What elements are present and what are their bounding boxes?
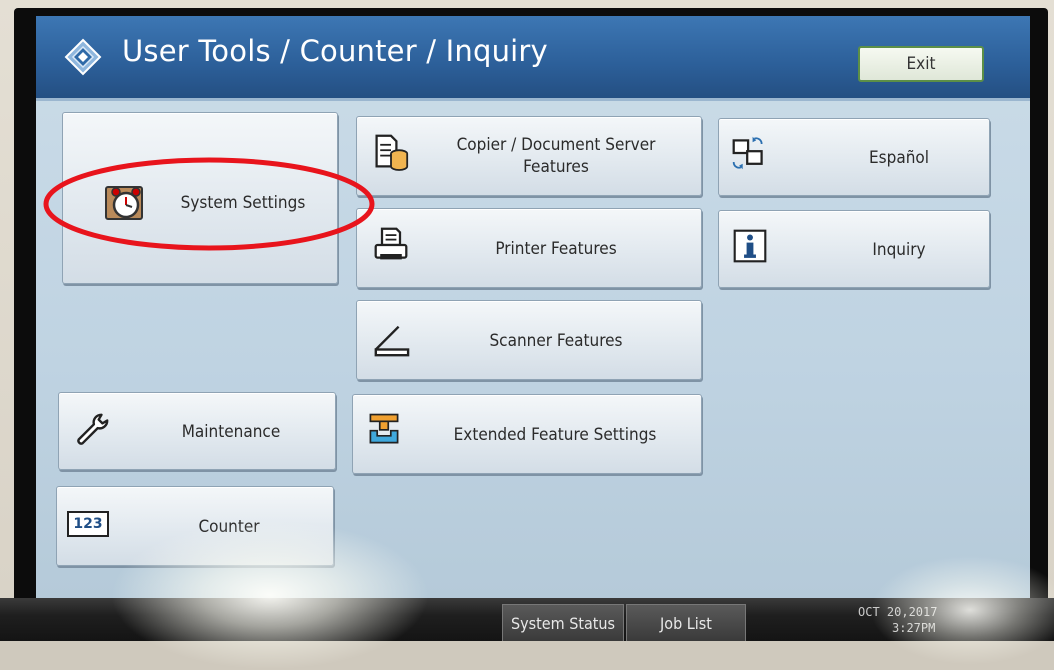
page-title: User Tools / Counter / Inquiry [122, 34, 548, 68]
user-tools-icon [64, 38, 102, 76]
extended-feature-settings-button[interactable]: Extended Feature Settings [352, 394, 702, 474]
language-switch-icon [732, 136, 763, 170]
maintenance-label: Maintenance [181, 422, 281, 442]
touch-panel: User Tools / Counter / Inquiry Exit Syst… [36, 16, 1030, 598]
alarm-clock-icon [105, 186, 143, 220]
espanol-button[interactable]: Español [718, 118, 990, 196]
copier-document-server-button[interactable]: Copier / Document Server Features [356, 116, 702, 196]
system-settings-label: System Settings [180, 193, 306, 213]
inquiry-label: Inquiry [872, 240, 926, 260]
info-icon [733, 229, 767, 263]
exit-button[interactable]: Exit [858, 46, 984, 82]
printer-icon [374, 227, 408, 260]
date-text: OCT 20,2017 [858, 605, 938, 619]
copier-label-line2: Features [523, 157, 589, 177]
system-status-button[interactable]: System Status [502, 604, 624, 641]
copier-document-icon [375, 134, 409, 171]
counter-icon-text: 123 [73, 516, 103, 532]
date-time-display: OCT 20,2017 3:27PM [858, 604, 937, 636]
maintenance-button[interactable]: Maintenance [58, 392, 336, 470]
extended-feature-icon [369, 413, 399, 444]
counter-label: Counter [198, 517, 260, 537]
scanner-features-label: Scanner Features [489, 331, 623, 351]
counter-button[interactable]: 123 Counter [56, 486, 334, 566]
system-settings-button[interactable]: System Settings [62, 112, 338, 284]
counter-123-icon: 123 [67, 511, 109, 537]
scanner-icon [374, 325, 410, 357]
time-text: 3:27PM [892, 621, 936, 635]
printer-features-label: Printer Features [495, 239, 617, 259]
espanol-label: Español [868, 148, 929, 168]
scanner-features-button[interactable]: Scanner Features [356, 300, 702, 380]
inquiry-button[interactable]: Inquiry [718, 210, 990, 288]
job-list-button[interactable]: Job List [626, 604, 746, 641]
copier-features-label: Copier / Document Server Features [421, 127, 691, 185]
extended-feature-label: Extended Feature Settings [453, 425, 657, 445]
title-bar: User Tools / Counter / Inquiry Exit [36, 16, 1030, 101]
wrench-icon [77, 413, 109, 445]
printer-features-button[interactable]: Printer Features [356, 208, 702, 288]
copier-label-line1: Copier / Document Server [456, 135, 656, 155]
